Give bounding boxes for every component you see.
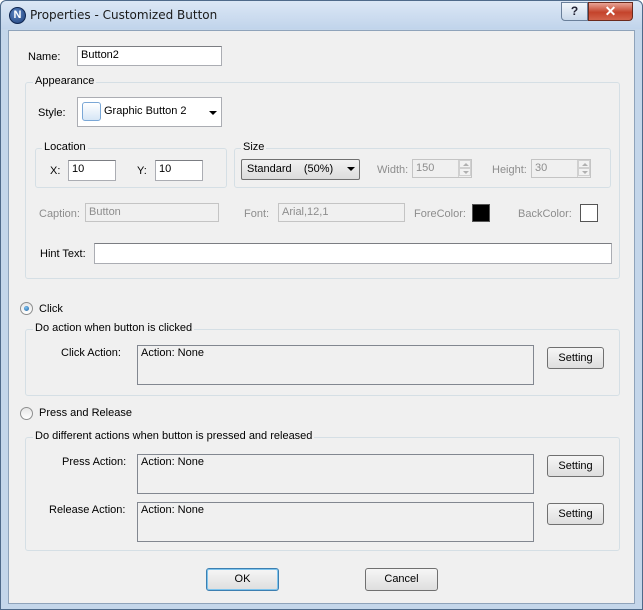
radio-selected-dot (24, 306, 29, 311)
style-value: Graphic Button 2 (104, 105, 187, 117)
properties-dialog: N Properties - Customized Button ? ✕ Nam… (0, 0, 643, 610)
height-input[interactable]: 30 (531, 159, 591, 178)
press-action-field[interactable]: Action: None (137, 454, 534, 494)
press-release-group-title: Do different actions when button is pres… (33, 430, 315, 442)
press-release-mode-radio[interactable] (20, 407, 33, 420)
dialog-body: Name: Button2 Appearance Style: Graphic … (8, 30, 635, 604)
release-setting-button[interactable]: Setting (547, 503, 604, 525)
location-x-label: X: (50, 165, 61, 177)
backcolor-swatch[interactable] (580, 204, 598, 222)
size-preset-value: Standard (50%) (247, 163, 334, 175)
style-dropdown[interactable]: Graphic Button 2 (77, 97, 222, 127)
font-label: Font: (244, 208, 270, 220)
width-input[interactable]: 150 (412, 159, 472, 178)
press-action-label: Press Action: (62, 456, 127, 468)
name-input[interactable]: Button2 (77, 46, 222, 66)
app-logo-icon: N (9, 7, 26, 24)
click-action-group-title: Do action when button is clicked (33, 322, 195, 334)
location-x-input[interactable]: 10 (68, 160, 116, 181)
width-label: Width: (377, 164, 409, 176)
font-input[interactable]: Arial,12,1 (278, 203, 405, 222)
location-y-input[interactable]: 10 (155, 160, 203, 181)
help-button[interactable]: ? (561, 2, 588, 21)
click-mode-radio[interactable] (20, 302, 33, 315)
location-y-label: Y: (137, 165, 147, 177)
size-group-title: Size (241, 141, 267, 153)
ok-button[interactable]: OK (206, 568, 279, 591)
press-release-mode-label: Press and Release (39, 407, 132, 419)
press-setting-button[interactable]: Setting (547, 455, 604, 477)
width-spinner[interactable] (458, 160, 471, 177)
click-action-field[interactable]: Action: None (137, 345, 534, 385)
forecolor-label: ForeColor: (414, 208, 466, 220)
forecolor-swatch[interactable] (472, 204, 490, 222)
style-label: Style: (38, 107, 66, 119)
size-preset-dropdown[interactable]: Standard (50%) (241, 159, 360, 180)
window-title: Properties - Customized Button (30, 8, 218, 22)
name-label: Name: (28, 51, 61, 63)
close-button[interactable]: ✕ (588, 2, 633, 21)
height-label: Height: (492, 164, 527, 176)
click-setting-button[interactable]: Setting (547, 347, 604, 369)
click-action-label: Click Action: (61, 347, 121, 359)
release-action-field[interactable]: Action: None (137, 502, 534, 542)
caption-input[interactable]: Button (85, 203, 219, 222)
release-action-label: Release Action: (49, 504, 126, 516)
hint-text-input[interactable] (94, 243, 612, 264)
chevron-down-icon (347, 167, 355, 171)
appearance-group-title: Appearance (33, 75, 97, 87)
height-value: 30 (535, 162, 548, 174)
click-mode-label: Click (39, 303, 63, 315)
location-group-title: Location (42, 141, 88, 153)
height-spinner[interactable] (577, 160, 590, 177)
backcolor-label: BackColor: (518, 208, 572, 220)
caption-label: Caption: (39, 208, 80, 220)
graphic-button-preview-icon (82, 102, 101, 121)
width-value: 150 (416, 162, 435, 174)
hint-text-label: Hint Text: (40, 248, 86, 260)
cancel-button[interactable]: Cancel (365, 568, 438, 591)
chevron-down-icon (209, 111, 217, 115)
title-bar[interactable]: N Properties - Customized Button ? ✕ (1, 1, 642, 29)
